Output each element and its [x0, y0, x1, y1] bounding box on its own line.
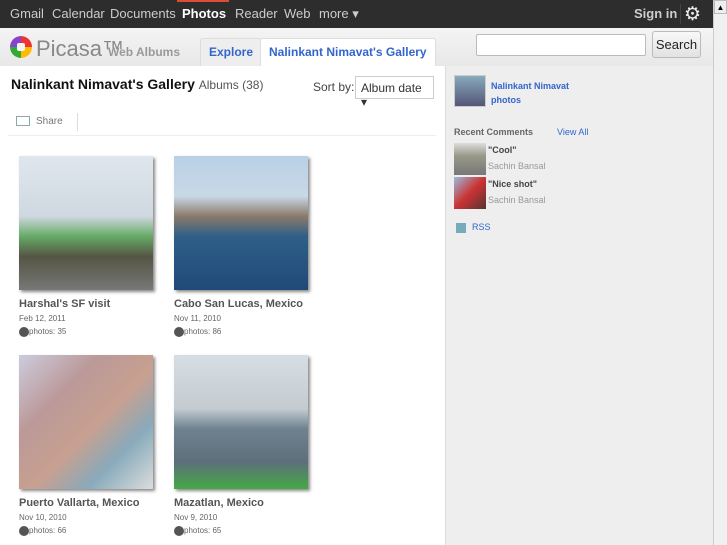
- search-input[interactable]: [476, 34, 646, 56]
- rss-icon: [456, 222, 466, 233]
- user-photos-link[interactable]: photos: [491, 93, 569, 107]
- comment-thumbnail[interactable]: [454, 143, 486, 175]
- envelope-icon: [16, 116, 30, 127]
- divider: [8, 135, 436, 136]
- album-photos: photos: 66: [19, 526, 169, 536]
- album-date: Nov 9, 2010: [174, 513, 218, 522]
- nav-more[interactable]: more ▾: [319, 6, 359, 22]
- nav-calendar[interactable]: Calendar: [52, 6, 105, 21]
- divider: [77, 113, 78, 131]
- album-card[interactable]: Harshal's SF visit Feb 12, 2011 photos: …: [19, 156, 169, 337]
- gallery-title: Nalinkant Nimavat's Gallery: [11, 76, 195, 92]
- photo-count: photos: 86: [184, 327, 222, 337]
- google-bar: Gmail Calendar Documents Photos Reader W…: [0, 0, 713, 28]
- nav-reader[interactable]: Reader: [235, 6, 278, 21]
- album-thumbnail[interactable]: [174, 156, 308, 290]
- active-indicator: [177, 0, 229, 2]
- nav-gmail[interactable]: Gmail: [10, 6, 44, 21]
- comment-author: Sachin Bansal: [488, 195, 546, 205]
- nav-web[interactable]: Web: [284, 6, 311, 21]
- album-date: Nov 10, 2010: [19, 513, 67, 522]
- comment-text: "Nice shot": [488, 179, 538, 189]
- album-date: Feb 12, 2011: [19, 314, 66, 323]
- gallery-main: Nalinkant Nimavat's Gallery Albums (38) …: [0, 66, 445, 545]
- tab-explore[interactable]: Explore: [200, 38, 263, 66]
- user-link[interactable]: Nalinkant Nimavat photos: [491, 79, 569, 107]
- album-thumbnail[interactable]: [174, 355, 308, 489]
- photo-count: photos: 35: [29, 327, 67, 337]
- page-title: Nalinkant Nimavat's Gallery Albums (38): [11, 76, 263, 92]
- album-name[interactable]: Cabo San Lucas, Mexico: [174, 298, 324, 310]
- share-label: Share: [36, 116, 63, 127]
- album-card[interactable]: Cabo San Lucas, Mexico Nov 11, 2010 phot…: [174, 156, 324, 337]
- album-card[interactable]: Puerto Vallarta, Mexico Nov 10, 2010 pho…: [19, 355, 169, 536]
- avatar[interactable]: [454, 75, 486, 107]
- globe-icon: [19, 327, 29, 337]
- nav-documents[interactable]: Documents: [110, 6, 176, 21]
- comment-author: Sachin Bansal: [488, 161, 546, 171]
- web-albums-label: Web Albums: [108, 45, 181, 59]
- user-name[interactable]: Nalinkant Nimavat: [491, 79, 569, 93]
- sort-select[interactable]: Album date ▾: [355, 76, 434, 109]
- nav-photos[interactable]: Photos: [182, 6, 226, 21]
- scroll-up-icon[interactable]: ▲: [714, 0, 727, 14]
- globe-icon: [174, 327, 184, 337]
- recent-comments-heading: Recent Comments: [454, 127, 534, 137]
- albums-count: Albums (38): [198, 78, 264, 92]
- album-name[interactable]: Harshal's SF visit: [19, 298, 169, 310]
- sort-label: Sort by:: [313, 80, 355, 94]
- sidebar: Nalinkant Nimavat photos Recent Comments …: [445, 66, 713, 545]
- tab-gallery[interactable]: Nalinkant Nimavat's Gallery: [260, 38, 436, 66]
- album-name[interactable]: Mazatlan, Mexico: [174, 497, 324, 509]
- album-photos: photos: 65: [174, 526, 324, 536]
- rss-label[interactable]: RSS: [472, 222, 491, 232]
- share-button[interactable]: Share: [16, 116, 63, 127]
- photo-count: photos: 66: [29, 526, 67, 536]
- divider: [680, 4, 681, 24]
- gear-icon[interactable]: ⚙: [684, 3, 701, 26]
- album-photos: photos: 86: [174, 327, 324, 337]
- comment-text: "Cool": [488, 145, 517, 155]
- scrollbar[interactable]: ▲: [713, 0, 727, 545]
- album-name[interactable]: Puerto Vallarta, Mexico: [19, 497, 169, 509]
- view-all-link[interactable]: View All: [557, 127, 588, 137]
- album-thumbnail[interactable]: [19, 355, 153, 489]
- picasa-header: Picasa™ Web Albums Explore Nalinkant Nim…: [0, 28, 713, 66]
- globe-icon: [19, 526, 29, 536]
- search-button[interactable]: Search: [652, 31, 701, 58]
- rss-link[interactable]: RSS: [456, 222, 491, 233]
- album-thumbnail[interactable]: [19, 156, 153, 290]
- album-date: Nov 11, 2010: [174, 314, 221, 323]
- photo-count: photos: 65: [184, 526, 222, 536]
- globe-icon: [174, 526, 184, 536]
- album-card[interactable]: Mazatlan, Mexico Nov 9, 2010 photos: 65: [174, 355, 324, 536]
- picasa-logo-icon[interactable]: [10, 36, 32, 58]
- sign-in-link[interactable]: Sign in: [634, 6, 677, 21]
- comment-thumbnail[interactable]: [454, 177, 486, 209]
- album-photos: photos: 35: [19, 327, 169, 337]
